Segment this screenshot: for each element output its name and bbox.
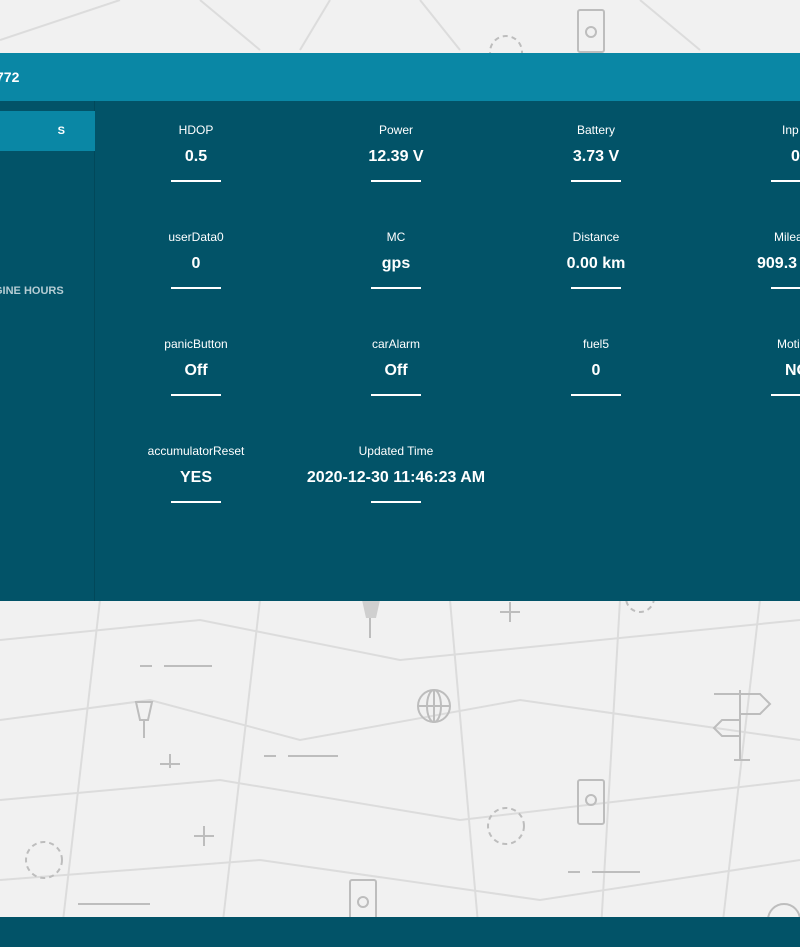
field-underline [171, 287, 221, 289]
field-underline [371, 287, 421, 289]
field-value: 0 [591, 362, 601, 379]
field-label: Inp [782, 123, 799, 137]
field-value: Off [184, 362, 208, 379]
field-label: accumulatorReset [147, 444, 245, 458]
field-underline [771, 394, 800, 396]
field-label: Distance [572, 230, 620, 244]
field-value: YES [179, 469, 212, 486]
field-label: MC [386, 230, 406, 244]
field-distance: Distance 0.00 km [496, 229, 696, 289]
panel-header: 772 [0, 53, 800, 101]
field-accumulatorreset: accumulatorReset YES [96, 443, 296, 503]
field-battery: Battery 3.73 V [496, 122, 696, 182]
sidebar-item-label: S [57, 125, 65, 137]
field-value: 0.5 [184, 148, 208, 165]
field-value: Off [384, 362, 408, 379]
field-label: Moti [777, 337, 800, 351]
sidebar-item-engine-hours[interactable]: GINE HOURS [0, 281, 95, 301]
field-underline [371, 394, 421, 396]
field-label: userData0 [168, 230, 224, 244]
field-underline [571, 287, 621, 289]
panel-title: 772 [0, 69, 20, 85]
field-power: Power 12.39 V [296, 122, 496, 182]
field-fuel5: fuel5 0 [496, 336, 696, 396]
field-value: 909.3 [757, 255, 798, 272]
field-userdata0: userData0 0 [96, 229, 296, 289]
field-panicbutton: panicButton Off [96, 336, 296, 396]
field-value: gps [381, 255, 411, 272]
field-value: 3.73 V [572, 148, 620, 165]
field-underline [571, 394, 621, 396]
field-label: Milea [774, 230, 800, 244]
field-value: NO [785, 362, 800, 379]
field-motion: Moti NO [696, 336, 800, 396]
field-value: 12.39 V [368, 148, 424, 165]
field-value: 0 [791, 148, 800, 165]
footer-bar [0, 917, 800, 947]
field-input: Inp 0 [696, 122, 800, 182]
field-underline [171, 501, 221, 503]
field-value: 2020-12-30 11:46:23 AM [306, 469, 486, 486]
device-details-panel: S GINE HOURS HDOP 0.5 Power 12.39 V Batt… [0, 101, 800, 601]
field-underline [371, 180, 421, 182]
field-underline [171, 180, 221, 182]
field-value: 0 [191, 255, 201, 272]
field-label: carAlarm [371, 337, 420, 351]
field-label: Power [378, 123, 413, 137]
field-label: panicButton [164, 337, 228, 351]
field-updated-time: Updated Time 2020-12-30 11:46:23 AM [296, 443, 496, 503]
sidebar: S GINE HOURS [0, 101, 95, 601]
field-underline [171, 394, 221, 396]
field-mc: MC gps [296, 229, 496, 289]
sidebar-item-label: GINE HOURS [0, 285, 64, 297]
field-caralarm: carAlarm Off [296, 336, 496, 396]
field-underline [771, 287, 800, 289]
field-label: fuel5 [582, 337, 610, 351]
field-label: Updated Time [358, 444, 434, 458]
field-label: Battery [576, 123, 615, 137]
field-underline [771, 180, 800, 182]
sidebar-item-active[interactable]: S [0, 111, 95, 151]
field-value: 0.00 km [566, 255, 626, 272]
field-underline [371, 501, 421, 503]
field-underline [571, 180, 621, 182]
field-mileage: Milea 909.3 [696, 229, 800, 289]
field-hdop: HDOP 0.5 [96, 122, 296, 182]
field-label: HDOP [178, 123, 214, 137]
